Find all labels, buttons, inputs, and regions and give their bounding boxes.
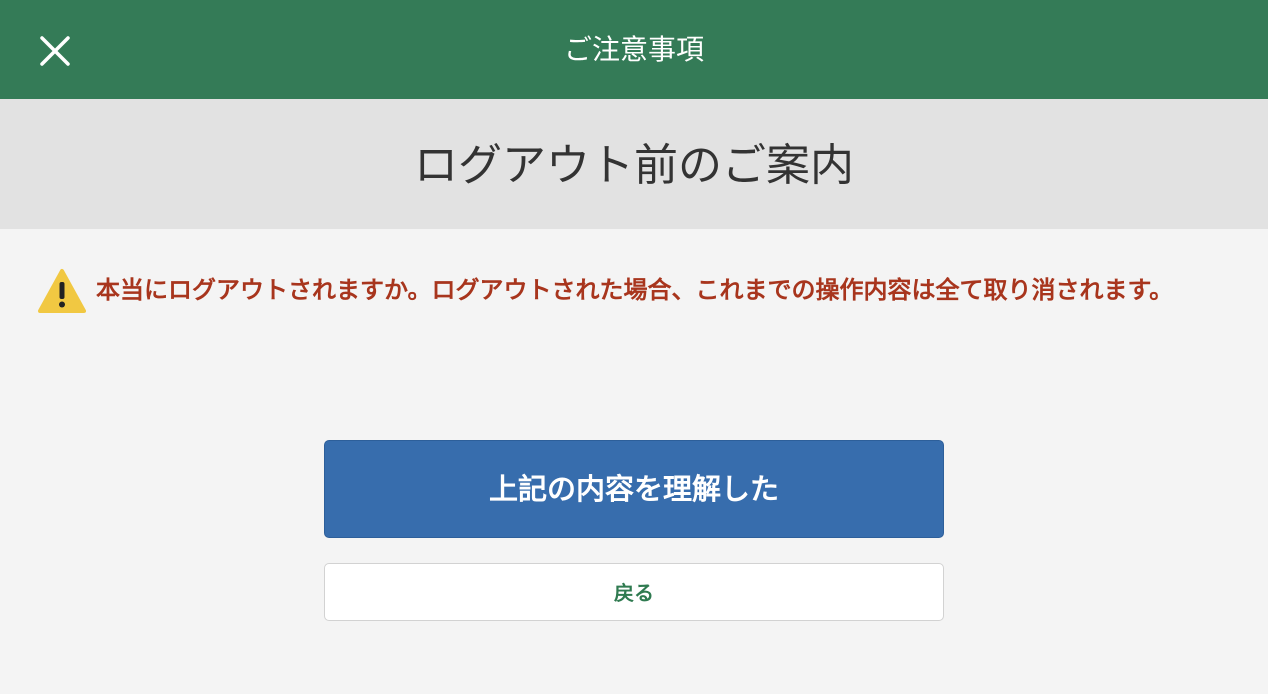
page-title: ログアウト前のご案内 bbox=[414, 140, 854, 191]
warning-icon bbox=[38, 269, 86, 313]
warning-text: 本当にログアウトされますか。ログアウトされた場合、これまでの操作内容は全て取り消… bbox=[96, 276, 1174, 304]
confirm-button[interactable]: 上記の内容を理解した bbox=[324, 440, 944, 538]
header-bar: ご注意事項 bbox=[0, 0, 1268, 99]
header-title: ご注意事項 bbox=[563, 33, 704, 66]
back-button[interactable]: 戻る bbox=[324, 563, 944, 621]
subheader-bar: ログアウト前のご案内 bbox=[0, 99, 1268, 229]
warning-message: 本当にログアウトされますか。ログアウトされた場合、これまでの操作内容は全て取り消… bbox=[38, 268, 1228, 313]
